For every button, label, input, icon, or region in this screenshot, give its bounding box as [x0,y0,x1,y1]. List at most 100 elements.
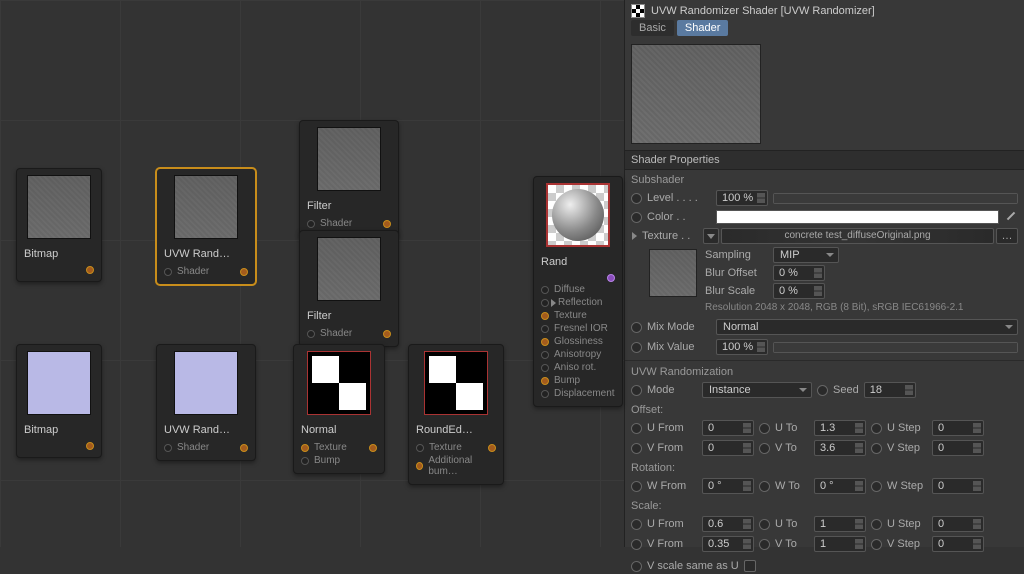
level-field[interactable]: 100 % [716,190,768,206]
offset-u-step[interactable]: 0 [932,420,984,436]
node-uvw-randomizer-1[interactable]: UVW Rand… Shader [156,168,256,285]
anim-dot[interactable] [631,193,642,204]
anim-dot[interactable] [631,423,642,434]
anim-dot[interactable] [759,443,770,454]
output-port[interactable] [383,220,391,228]
node-title: Bitmap [17,245,101,265]
output-port[interactable] [86,442,94,450]
expand-icon[interactable] [632,232,637,240]
texture-thumbnail [649,249,697,297]
offset-u-from[interactable]: 0 [702,420,754,436]
offset-v-to[interactable]: 3.6 [814,440,866,456]
input-port-addbump[interactable] [416,462,423,470]
node-normal[interactable]: Normal Texture Bump [293,344,385,474]
color-swatch[interactable] [716,210,999,224]
label-v-to: V To [775,538,809,550]
input-port-anisotropy[interactable] [541,351,549,359]
rotation-w-from[interactable]: 0 ° [702,478,754,494]
texture-browse-button[interactable]: … [996,228,1018,244]
scale-u-step[interactable]: 0 [932,516,984,532]
mode-select[interactable]: Instance [702,382,812,398]
input-port-texture[interactable] [301,444,309,452]
offset-u-to[interactable]: 1.3 [814,420,866,436]
anim-dot[interactable] [759,539,770,550]
output-port[interactable] [369,444,377,452]
mix-value-slider[interactable] [773,342,1018,353]
input-port-anisorot[interactable] [541,364,549,372]
input-port-glossiness[interactable] [541,338,549,346]
anim-dot[interactable] [759,481,770,492]
mix-mode-select[interactable]: Normal [716,319,1018,335]
anim-dot[interactable] [759,519,770,530]
anim-dot[interactable] [759,423,770,434]
input-port-bump[interactable] [541,377,549,385]
blur-scale-field[interactable]: 0 % [773,283,825,299]
anim-dot[interactable] [871,519,882,530]
eyedropper-icon[interactable] [1004,210,1018,224]
sampling-select[interactable]: MIP [773,247,839,263]
texture-name-field[interactable]: concrete test_diffuseOriginal.png [721,228,994,244]
level-slider[interactable] [773,193,1018,204]
input-port[interactable] [307,330,315,338]
texture-menu-button[interactable] [703,228,719,244]
output-port[interactable] [383,330,391,338]
anim-dot[interactable] [631,481,642,492]
anim-dot[interactable] [631,539,642,550]
anim-dot[interactable] [871,481,882,492]
input-port-texture[interactable] [416,444,424,452]
v-same-checkbox[interactable] [744,560,756,572]
anim-dot[interactable] [631,561,642,572]
seed-field[interactable]: 18 [864,382,916,398]
anim-dot[interactable] [631,342,642,353]
node-bitmap-2[interactable]: Bitmap [16,344,102,458]
node-uvw-randomizer-2[interactable]: UVW Rand… Shader [156,344,256,461]
node-roundedges[interactable]: RoundEd… Texture Additional bum… [408,344,504,485]
output-port[interactable] [86,266,94,274]
port-label: Glossiness [554,336,603,347]
scale-u-from[interactable]: 0.6 [702,516,754,532]
anim-dot[interactable] [631,212,642,223]
anim-dot[interactable] [631,519,642,530]
output-port[interactable] [240,444,248,452]
anim-dot[interactable] [631,443,642,454]
rotation-w-to[interactable]: 0 ° [814,478,866,494]
scale-v-from[interactable]: 0.35 [702,536,754,552]
mix-value-field[interactable]: 100 % [716,339,768,355]
anim-dot[interactable] [871,423,882,434]
scale-v-step[interactable]: 0 [932,536,984,552]
input-port[interactable] [307,220,315,228]
node-filter-2[interactable]: Filter Shader [299,230,399,347]
expand-icon[interactable] [551,299,556,307]
offset-v-from[interactable]: 0 [702,440,754,456]
input-port-bump[interactable] [301,457,309,465]
input-port-displacement[interactable] [541,390,549,398]
rotation-w-step[interactable]: 0 [932,478,984,494]
label-blur-scale: Blur Scale [705,285,767,297]
input-port-fresnel[interactable] [541,325,549,333]
anim-dot[interactable] [871,443,882,454]
input-port[interactable] [164,444,172,452]
anim-dot[interactable] [631,385,642,396]
anim-dot[interactable] [631,322,642,333]
offset-v-step[interactable]: 0 [932,440,984,456]
blur-offset-field[interactable]: 0 % [773,265,825,281]
anim-dot[interactable] [817,385,828,396]
node-rand-material[interactable]: Rand Diffuse Reflection Texture Fresnel … [533,176,623,407]
node-filter-1[interactable]: Filter Shader [299,120,399,237]
anim-dot[interactable] [871,539,882,550]
node-bitmap-1[interactable]: Bitmap [16,168,102,282]
input-port-reflection[interactable] [541,299,549,307]
node-graph-viewport[interactable]: Bitmap UVW Rand… Shader Filter Shader Fi… [0,0,624,547]
scale-u-to[interactable]: 1 [814,516,866,532]
input-port-diffuse[interactable] [541,286,549,294]
tab-basic[interactable]: Basic [631,20,674,36]
output-port[interactable] [240,268,248,276]
output-port[interactable] [488,444,496,452]
label-v-step: V Step [887,442,927,454]
label-color: Color . . [647,211,711,223]
scale-v-to[interactable]: 1 [814,536,866,552]
input-port-texture[interactable] [541,312,549,320]
input-port[interactable] [164,268,172,276]
tab-shader[interactable]: Shader [677,20,728,36]
output-port[interactable] [607,274,615,282]
